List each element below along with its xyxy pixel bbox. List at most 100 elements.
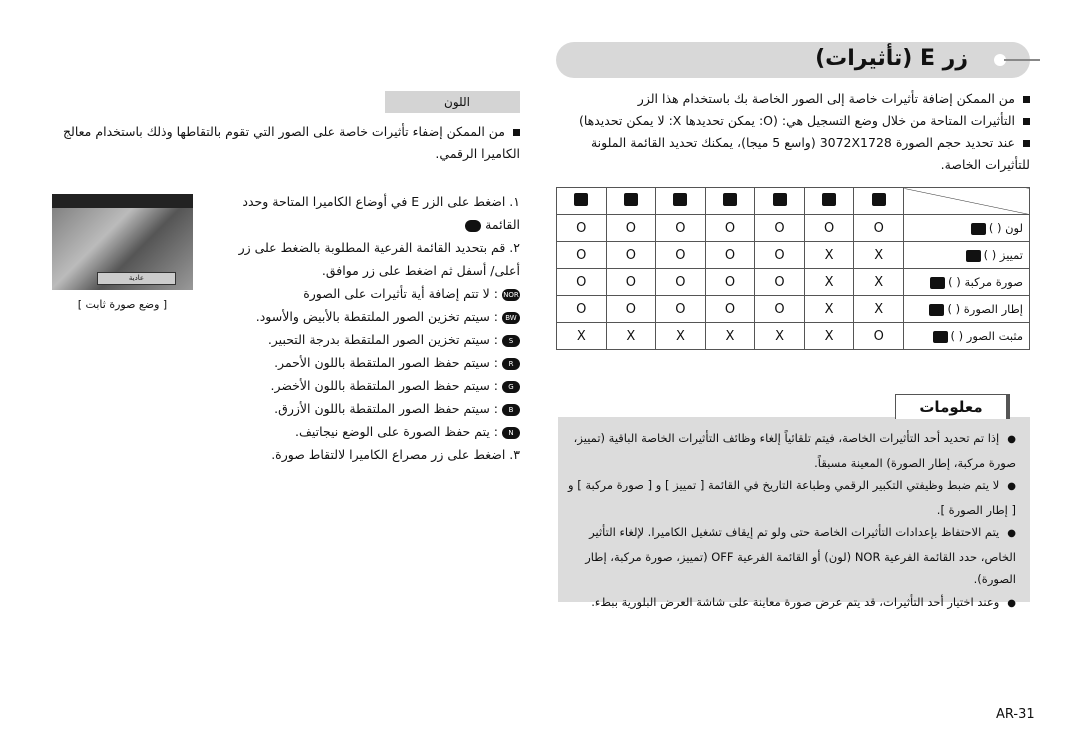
info-box: إذا تم تحديد أحد التأثيرات الخاصة، فيتم … — [558, 417, 1030, 609]
availability-cell: O — [754, 241, 805, 269]
header-cell — [556, 187, 607, 215]
palette-icon — [970, 222, 986, 235]
color-option: B : سيتم حفظ الصور الملتقطة باللون الأزرق… — [215, 397, 520, 420]
section-heading-color: اللون — [385, 91, 520, 113]
table-row: X X X X X X O مثبت الصور ( ) — [556, 322, 1030, 350]
table-header-row — [556, 187, 1030, 215]
table-row: O O O O O O O لون ( ) — [556, 214, 1030, 242]
availability-cell: O — [605, 268, 657, 296]
effect-label-cell: تمييز ( ) — [903, 241, 1030, 269]
table-row: O O O O O X X تمييز ( ) — [556, 241, 1030, 269]
availability-cell: X — [803, 268, 855, 296]
color-g-icon: G — [502, 380, 520, 393]
availability-cell: X — [704, 322, 756, 350]
composite-icon — [930, 276, 946, 289]
photo-caption: [ وضع صورة ثابت ] — [77, 298, 168, 311]
auto-icon — [822, 192, 837, 206]
availability-cell: O — [754, 295, 805, 323]
effect-label: صورة مركبة ( ) — [948, 275, 1023, 289]
effects-availability-table: O O O O O O O لون ( ) O O O O O X X تمييز ( ) O O O O O X X صور… — [556, 187, 1030, 350]
availability-cell: X — [853, 241, 904, 269]
info-item: وعند اختيار أحد التأثيرات، قد يتم عرض صو… — [568, 591, 1016, 616]
availability-cell: X — [556, 322, 607, 350]
option-text: : سيتم حفظ الصور الملتقطة باللون الأحمر. — [274, 355, 498, 370]
night-icon — [722, 192, 737, 206]
option-text: : لا تتم إضافة أية تأثيرات على الصورة — [303, 286, 498, 301]
stabilizer-icon — [932, 330, 948, 343]
availability-cell: O — [853, 322, 904, 350]
title-line — [1004, 59, 1040, 61]
palette-icon — [465, 219, 482, 232]
availability-cell: O — [556, 241, 607, 269]
color-option: G : سيتم حفظ الصور الملتقطة باللون الأخضر… — [215, 374, 520, 397]
availability-cell: O — [704, 295, 756, 323]
movie-icon — [871, 192, 886, 206]
program-icon — [772, 192, 787, 206]
color-option: N: يتم حفظ الصورة على الوضع نيجاتيف. — [215, 420, 520, 443]
availability-cell: O — [803, 214, 855, 242]
header-corner-cell — [903, 187, 1030, 215]
option-text: : سيتم تخزين الصور الملتقطة بدرجة التحبي… — [267, 332, 498, 347]
effect-label: إطار الصورة ( ) — [947, 302, 1023, 316]
availability-cell: O — [556, 295, 607, 323]
square-bullet-icon — [513, 129, 520, 136]
availability-cell: X — [803, 241, 855, 269]
camera-screen-photo: عادية — [52, 194, 193, 290]
section-heading-text: اللون — [444, 95, 470, 109]
availability-cell: O — [556, 268, 607, 296]
info-item: يتم الاحتفاظ بإعدادات التأثيرات الخاصة ح… — [568, 521, 1016, 591]
availability-cell: O — [655, 295, 706, 323]
bullet-text: من الممكن إضافة تأثيرات خاصة إلى الصور ا… — [637, 91, 1015, 106]
effect-label-cell: لون ( ) — [903, 214, 1030, 242]
color-b-icon: B — [502, 403, 520, 416]
availability-cell: O — [655, 241, 706, 269]
bullet-text: التأثيرات المتاحة من خلال وضع التسجيل هي… — [578, 113, 1015, 128]
option-text: : سيتم حفظ الصور الملتقطة باللون الأزرق. — [274, 401, 498, 416]
highlight-icon — [965, 249, 981, 262]
color-n-icon: N — [502, 426, 520, 439]
intro-bullet: من الممكن إضافة تأثيرات خاصة إلى الصور ا… — [556, 88, 1030, 110]
availability-cell: X — [754, 322, 805, 350]
option-text: : سيتم حفظ الصور الملتقطة باللون الأخضر. — [270, 378, 498, 393]
option-text: : سيتم تخزين الصور الملتقطة بالأبيض والأ… — [255, 309, 498, 324]
manual-page: زر E (تأثيرات) من الممكن إضافة تأثيرات خ… — [0, 0, 1080, 746]
color-s-icon: S — [502, 334, 520, 347]
availability-cell: O — [605, 214, 657, 242]
info-item: إذا تم تحديد أحد التأثيرات الخاصة، فيتم … — [568, 427, 1016, 474]
color-option: R : سيتم حفظ الصور الملتقطة باللون الأحمر… — [215, 351, 520, 374]
effect-label-cell: صورة مركبة ( ) — [903, 268, 1030, 296]
effect-label-cell: إطار الصورة ( ) — [903, 295, 1030, 323]
square-bullet-icon — [1023, 118, 1030, 125]
color-option: NOR: لا تتم إضافة أية تأثيرات على الصورة — [215, 282, 520, 305]
photo-frame-icon — [929, 303, 945, 316]
step-1: ١. اضغط على الزر E في أوضاع الكاميرا الم… — [215, 190, 520, 236]
color-option: S : سيتم تخزين الصور الملتقطة بدرجة التحب… — [215, 328, 520, 351]
availability-cell: O — [704, 241, 756, 269]
table-row: O O O O O X X صورة مركبة ( ) — [556, 268, 1030, 296]
availability-cell: O — [704, 214, 756, 242]
availability-cell: O — [704, 268, 756, 296]
page-number: AR-31 — [996, 707, 1035, 722]
effect-label: لون ( ) — [988, 221, 1023, 235]
header-cell — [655, 187, 706, 215]
header-cell — [803, 187, 855, 215]
color-bw-icon: BW — [502, 311, 520, 324]
steps: ١. اضغط على الزر E في أوضاع الكاميرا الم… — [215, 190, 520, 466]
header-cell — [704, 187, 756, 215]
intro-bullets: من الممكن إضافة تأثيرات خاصة إلى الصور ا… — [556, 88, 1030, 176]
availability-cell: X — [803, 322, 855, 350]
availability-cell: X — [853, 268, 904, 296]
color-option: BW : سيتم تخزين الصور الملتقطة بالأبيض وا… — [215, 305, 520, 328]
effects-menu-bar — [52, 194, 193, 208]
header-cell — [754, 187, 805, 215]
availability-cell: O — [605, 295, 657, 323]
step-3: ٣. اضغط على زر مصراع الكاميرا لالتقاط صو… — [271, 447, 520, 462]
info-item: لا يتم ضبط وظيفتي التكبير الرقمي وطباعة … — [568, 474, 1016, 521]
table-row: O O O O O X X إطار الصورة ( ) — [556, 295, 1030, 323]
color-r-icon: R — [502, 357, 520, 370]
effect-label: مثبت الصور ( ) — [950, 329, 1024, 343]
effect-label: تمييز ( ) — [983, 248, 1023, 262]
availability-cell: O — [853, 214, 904, 242]
color-bullet: من الممكن إضفاء تأثيرات خاصة على الصور ا… — [40, 121, 520, 165]
availability-cell: O — [655, 268, 706, 296]
